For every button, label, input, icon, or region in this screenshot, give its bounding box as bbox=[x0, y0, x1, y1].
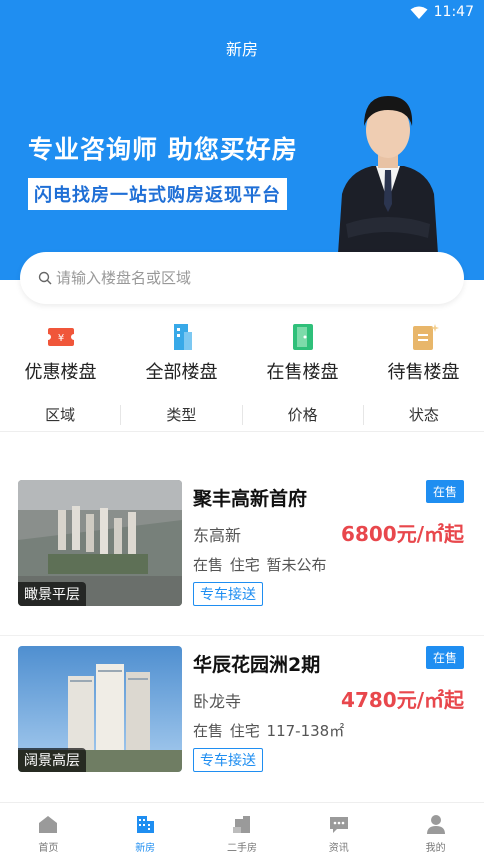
hero-banner: 11:47 新房 专业咨询师 助您买好房 闪电找房一站式购房返现平台 bbox=[0, 0, 484, 280]
new-house-icon bbox=[137, 816, 155, 833]
coupon-icon: ¥ bbox=[45, 328, 76, 346]
photo-caption: 瞰景平层 bbox=[18, 582, 86, 606]
search-bar[interactable] bbox=[20, 252, 464, 304]
photo-caption: 阔景高层 bbox=[18, 748, 86, 772]
filter-bar: 区域 类型 价格 状态 bbox=[0, 398, 484, 432]
status-time: 11:47 bbox=[433, 4, 474, 20]
agent-photo bbox=[338, 96, 438, 254]
category-label: 待售楼盘 bbox=[387, 362, 460, 383]
nav-new-house[interactable]: 新房 bbox=[97, 803, 194, 864]
banner-headline: 专业咨询师 助您买好房 bbox=[28, 135, 298, 164]
category-on-sale[interactable]: 在售楼盘 bbox=[242, 322, 363, 386]
listing-card[interactable]: 阔景高层 华辰花园洲2期 在售 卧龙寺 4780元/㎡起 在售 住宅 117-1… bbox=[0, 636, 484, 802]
listing-name[interactable]: 华辰花园洲2期 bbox=[193, 650, 320, 677]
nav-news[interactable]: 资讯 bbox=[290, 803, 387, 864]
home-icon bbox=[39, 816, 58, 833]
listing-photo: 瞰景平层 bbox=[18, 480, 182, 606]
category-row: ¥ 优惠楼盘 全部楼盘 在售楼盘 待售楼盘 bbox=[0, 322, 484, 386]
status-badge: 在售 bbox=[425, 480, 464, 503]
category-label: 全部楼盘 bbox=[145, 362, 218, 383]
status-bar: 11:47 bbox=[0, 0, 484, 26]
listing-price: 4780元/㎡起 bbox=[341, 688, 464, 712]
nav-profile[interactable]: 我的 bbox=[387, 803, 484, 864]
status-badge: 在售 bbox=[425, 646, 464, 669]
page-title: 新房 bbox=[225, 40, 258, 59]
calendar-icon bbox=[412, 324, 439, 350]
search-icon bbox=[38, 271, 52, 285]
category-pre-sale[interactable]: 待售楼盘 bbox=[363, 322, 484, 386]
filter-status[interactable]: 状态 bbox=[364, 405, 484, 425]
wifi-icon bbox=[410, 6, 428, 19]
nav-label: 资讯 bbox=[328, 843, 349, 854]
building-icon bbox=[173, 324, 192, 350]
filter-area[interactable]: 区域 bbox=[0, 404, 122, 425]
search-input[interactable] bbox=[56, 269, 436, 287]
category-label: 在售楼盘 bbox=[266, 362, 339, 383]
nav-label: 我的 bbox=[425, 843, 446, 854]
news-icon bbox=[329, 817, 348, 833]
listing-price: 6800元/㎡起 bbox=[341, 522, 464, 546]
category-label: 优惠楼盘 bbox=[24, 362, 97, 383]
nav-home[interactable]: 首页 bbox=[0, 803, 97, 864]
svg-text:¥: ¥ bbox=[57, 333, 63, 344]
bottom-nav: 首页 新房 二手房 资讯 我的 bbox=[0, 802, 484, 864]
filter-type[interactable]: 类型 bbox=[121, 404, 243, 425]
shuttle-tag: 专车接送 bbox=[193, 582, 263, 606]
nav-second-hand[interactable]: 二手房 bbox=[194, 803, 291, 864]
door-icon bbox=[292, 324, 313, 350]
nav-label: 二手房 bbox=[226, 843, 257, 854]
filter-price[interactable]: 价格 bbox=[243, 404, 364, 425]
nav-label: 首页 bbox=[38, 843, 59, 854]
shuttle-tag: 专车接送 bbox=[193, 748, 263, 772]
nav-label: 新房 bbox=[135, 843, 156, 854]
banner-subline: 闪电找房一站式购房返现平台 bbox=[28, 178, 287, 210]
listing-card[interactable]: 瞰景平层 聚丰高新首府 在售 东高新 6800元/㎡起 在售 住宅 暂未公布 专… bbox=[0, 470, 484, 636]
listing-district: 东高新 bbox=[193, 526, 242, 545]
category-discount[interactable]: ¥ 优惠楼盘 bbox=[0, 322, 121, 386]
listing-photo: 阔景高层 bbox=[18, 646, 182, 772]
listing-meta: 在售 住宅 117-138㎡ bbox=[193, 722, 345, 740]
category-all[interactable]: 全部楼盘 bbox=[121, 322, 242, 386]
listing-meta: 在售 住宅 暂未公布 bbox=[193, 556, 327, 574]
profile-icon bbox=[426, 815, 445, 834]
listing-district: 卧龙寺 bbox=[193, 692, 242, 711]
listing-name[interactable]: 聚丰高新首府 bbox=[193, 484, 307, 511]
second-hand-icon bbox=[232, 816, 250, 833]
